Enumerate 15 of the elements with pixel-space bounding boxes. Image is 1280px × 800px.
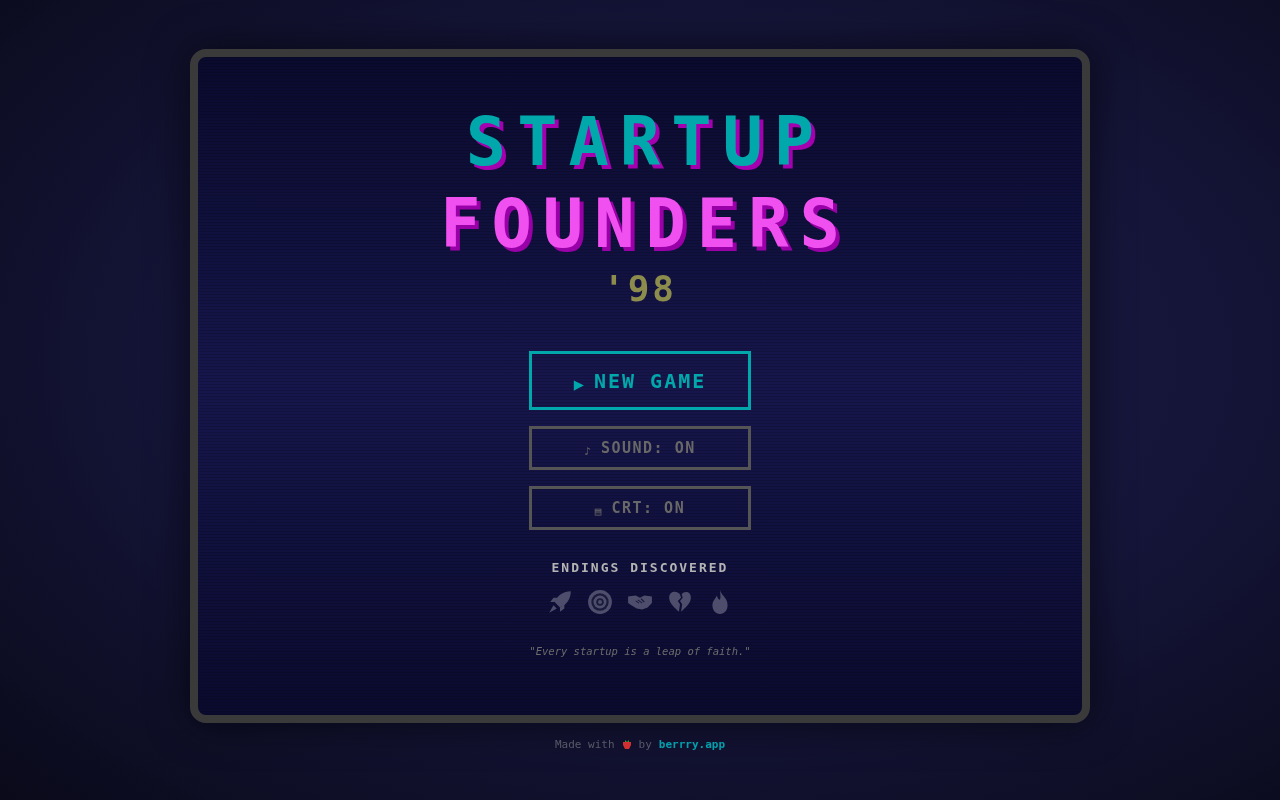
game-title: STARTUP <box>464 102 826 183</box>
strawberry-icon <box>621 739 632 750</box>
menu-button[interactable]: ▶ NEW GAME <box>529 351 751 410</box>
menu-glyph-icon: ▤ <box>594 504 602 518</box>
year-label: '98 <box>603 267 677 311</box>
game-title: FOUNDERS <box>439 184 851 265</box>
quote-text: "Every startup is a leap of faith." <box>529 645 751 657</box>
menu-button[interactable]: ♪ SOUND: ON <box>529 426 751 470</box>
footer-text: by <box>638 738 652 751</box>
menu-glyph-icon: ▶ <box>573 373 584 394</box>
menu-button[interactable]: ▤ CRT: ON <box>529 486 751 530</box>
footer-text: Made with <box>554 738 615 751</box>
menu-glyph-icon: ♪ <box>584 444 591 458</box>
footer-link[interactable]: berrry.app <box>658 738 726 751</box>
endings-heading: ENDINGS DISCOVERED <box>551 560 729 575</box>
